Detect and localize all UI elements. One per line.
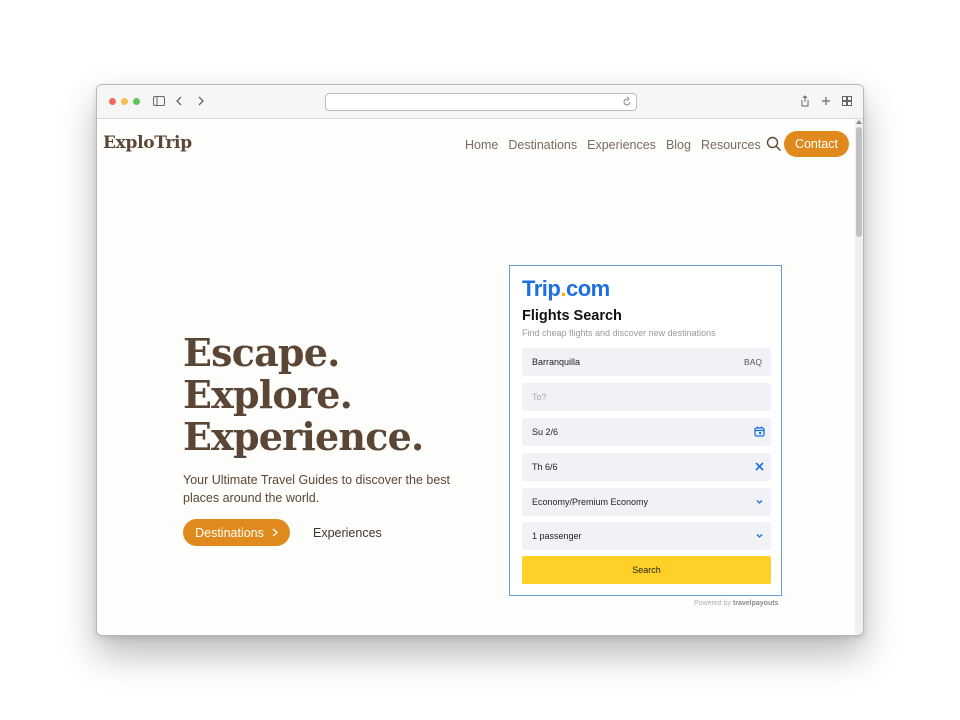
contact-button[interactable]: Contact bbox=[784, 131, 849, 157]
site-logo[interactable]: ExploTrip bbox=[103, 133, 192, 153]
sidebar-toggle-icon[interactable] bbox=[151, 93, 167, 109]
destinations-button[interactable]: Destinations bbox=[183, 519, 290, 546]
reload-icon[interactable] bbox=[622, 95, 632, 113]
return-date-field[interactable]: Th 6/6 bbox=[522, 453, 771, 481]
hero-line-1: Escape. bbox=[183, 330, 340, 375]
nav-blog[interactable]: Blog bbox=[666, 138, 691, 152]
browser-window: ExploTrip Home Destinations Experiences … bbox=[96, 84, 864, 636]
nav-home[interactable]: Home bbox=[465, 138, 498, 152]
origin-value: Barranquilla bbox=[532, 357, 581, 367]
address-bar[interactable] bbox=[325, 93, 637, 111]
widget-subtitle: Find cheap flights and discover new dest… bbox=[522, 328, 716, 338]
main-nav: Home Destinations Experiences Blog Resou… bbox=[465, 138, 771, 152]
browser-toolbar bbox=[97, 85, 863, 119]
clear-return-date-icon[interactable] bbox=[754, 461, 765, 474]
scrollbar-thumb[interactable] bbox=[856, 127, 862, 237]
destinations-button-label: Destinations bbox=[195, 525, 264, 540]
chevron-down-icon bbox=[754, 496, 765, 509]
depart-date-value: Su 2/6 bbox=[532, 427, 559, 437]
cabin-class-value: Economy/Premium Economy bbox=[532, 497, 649, 507]
hero-heading: Escape. Explore. Experience. bbox=[183, 330, 424, 459]
tab-overview-icon[interactable] bbox=[839, 93, 855, 109]
close-window-button[interactable] bbox=[109, 98, 116, 105]
passengers-select[interactable]: 1 passenger bbox=[522, 522, 771, 550]
origin-code: BAQ bbox=[744, 357, 762, 367]
flight-search-widget: Trip.com Flights Search Find cheap fligh… bbox=[509, 265, 782, 596]
share-icon[interactable] bbox=[797, 93, 813, 109]
depart-date-field[interactable]: Su 2/6 bbox=[522, 418, 771, 446]
nav-resources[interactable]: Resources bbox=[701, 138, 761, 152]
passengers-value: 1 passenger bbox=[532, 531, 582, 541]
widget-title: Flights Search bbox=[522, 308, 622, 324]
experiences-link[interactable]: Experiences bbox=[313, 526, 382, 540]
nav-experiences[interactable]: Experiences bbox=[587, 138, 656, 152]
cabin-class-select[interactable]: Economy/Premium Economy bbox=[522, 488, 771, 516]
destination-field[interactable]: To? bbox=[522, 383, 771, 411]
calendar-icon[interactable] bbox=[754, 426, 765, 439]
chevron-right-icon bbox=[272, 528, 278, 537]
destination-placeholder: To? bbox=[532, 392, 547, 402]
web-page: ExploTrip Home Destinations Experiences … bbox=[97, 119, 855, 635]
hero-subtitle: Your Ultimate Travel Guides to discover … bbox=[183, 473, 451, 505]
scroll-up-arrow-icon[interactable] bbox=[856, 120, 862, 124]
trip-com-logo[interactable]: Trip.com bbox=[522, 276, 610, 302]
minimize-window-button[interactable] bbox=[121, 98, 128, 105]
hero-line-2: Explore. bbox=[183, 372, 353, 417]
nav-destinations[interactable]: Destinations bbox=[508, 138, 577, 152]
search-icon[interactable] bbox=[766, 136, 782, 157]
zoom-window-button[interactable] bbox=[133, 98, 140, 105]
new-tab-icon[interactable] bbox=[818, 93, 834, 109]
return-date-value: Th 6/6 bbox=[532, 462, 558, 472]
chevron-down-icon bbox=[754, 530, 765, 543]
back-icon[interactable] bbox=[171, 93, 187, 109]
hero-line-3: Experience. bbox=[183, 414, 424, 459]
origin-field[interactable]: Barranquilla BAQ bbox=[522, 348, 771, 376]
forward-icon[interactable] bbox=[193, 93, 209, 109]
powered-by-label[interactable]: Powered by travelpayouts bbox=[694, 600, 778, 607]
page-scrollbar[interactable] bbox=[855, 119, 863, 635]
search-flights-button[interactable]: Search bbox=[522, 556, 771, 584]
